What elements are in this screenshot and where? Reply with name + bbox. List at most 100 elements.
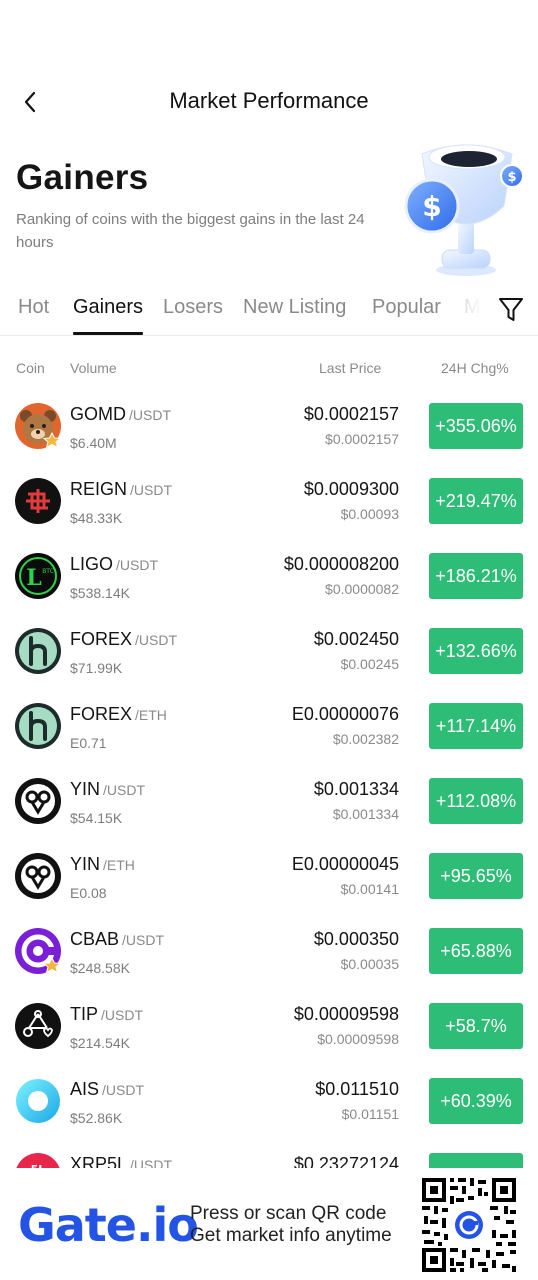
price-usd: $0.001334 [332,806,399,822]
table-row[interactable]: 5L XRP5L/USDT $0.23272124 [0,1138,538,1168]
tab-gainers[interactable]: Gainers [73,296,143,319]
svg-text:$: $ [422,190,441,223]
reign-icon [15,478,61,524]
price-usd: $0.00093 [340,506,399,522]
pair-name: REIGN/USDT [70,479,173,499]
trophy-cup-icon: $ $ [404,144,524,276]
pair-name: TIP/USDT [70,1004,144,1024]
change-badge: +65.88% [429,928,523,974]
pair-name: AIS/USDT [70,1079,145,1099]
forex-icon [15,703,61,749]
cbab-icon [15,928,61,974]
table-row[interactable]: FOREX/ETH E0.71 E0.00000076 $0.002382 +1… [0,688,538,763]
qr-code-icon[interactable] [420,1176,518,1274]
table-row[interactable]: YIN/ETH E0.08 E0.00000045 $0.00141 +95.6… [0,838,538,913]
price-usd: $0.00245 [340,656,399,672]
last-price: $0.0002157 [303,404,399,424]
column-headers: Coin Volume Last Price 24H Chg% [0,360,538,380]
change-badge: +186.21% [429,553,523,599]
change-badge: +219.47% [429,478,523,524]
forex-icon [15,628,61,674]
pair-name: CBAB/USDT [70,929,165,949]
last-price: $0.000008200 [283,554,399,574]
tab-hot[interactable]: Hot [18,296,49,319]
price-usd: $0.00035 [340,956,399,972]
hero-subtitle: Ranking of coins with the biggest gains … [16,211,365,251]
volume: $48.33K [70,510,123,526]
table-row[interactable]: REIGN/USDT $48.33K $0.0009300 $0.00093 +… [0,463,538,538]
change-badge [429,1153,523,1168]
column-24h-change[interactable]: 24H Chg% [441,360,509,376]
last-price: E0.00000045 [291,854,399,874]
tab-popular[interactable]: Popular [372,296,441,319]
change-badge: +58.7% [429,1003,523,1049]
change-badge: +132.66% [429,628,523,674]
pair-name: FOREX/USDT [70,629,178,649]
app-promo-footer: Gate.io Press or scan QR code Get market… [0,1168,538,1280]
table-row[interactable]: GOMD/USDT $6.40M $0.0002157 $0.0002157 +… [0,388,538,463]
filter-funnel-icon[interactable] [496,294,526,324]
volume: $52.86K [70,1110,123,1126]
table-row[interactable]: TIP/USDT $214.54K $0.00009598 $0.0000959… [0,988,538,1063]
last-price: $0.001334 [313,779,399,799]
table-row[interactable]: L BTC LIGO/USDT $538.14K $0.000008200 $0… [0,538,538,613]
table-row[interactable]: AIS/USDT $52.86K $0.011510 $0.01151 +60.… [0,1063,538,1138]
pair-name: FOREX/ETH [70,704,167,724]
hero-title: Gainers [16,158,149,197]
volume: $71.99K [70,660,123,676]
ais-ring-icon [16,1079,60,1123]
nav-header: Market Performance [0,80,538,124]
volume: $248.58K [70,960,130,976]
table-row[interactable]: YIN/USDT $54.15K $0.001334 $0.001334 +11… [0,763,538,838]
price-usd: $0.0002157 [325,431,399,447]
tip-icon [15,1003,61,1049]
table-row[interactable]: CBAB/USDT $248.58K $0.000350 $0.00035 +6… [0,913,538,988]
ligo-icon: L BTC [15,553,61,599]
gomd-bear-icon [15,403,61,449]
pair-name: GOMD/USDT [70,404,171,424]
yin-icon [15,853,61,899]
pair-name: LIGO/USDT [70,554,159,574]
change-badge: +112.08% [429,778,523,824]
price-usd: $0.01151 [341,1106,399,1122]
svg-text:$: $ [507,170,516,185]
svg-text:L: L [26,565,41,591]
last-price: $0.000350 [313,929,399,949]
table-row[interactable]: FOREX/USDT $71.99K $0.002450 $0.00245 +1… [0,613,538,688]
column-last-price[interactable]: Last Price [319,360,381,376]
page-title: Market Performance [169,88,369,113]
yin-icon [15,778,61,824]
hero-section: Gainers Ranking of coins with the bigges… [0,130,538,280]
price-usd: $0.002382 [332,731,399,747]
volume: $6.40M [70,435,117,451]
promo-line-1: Press or scan QR code [190,1203,387,1224]
pair-name: XRP5L/USDT [70,1154,173,1168]
volume: $214.54K [70,1035,130,1051]
tab-new-listing[interactable]: New Listing [243,296,346,319]
active-tab-indicator [73,332,143,335]
column-volume[interactable]: Volume [70,360,117,376]
promo-line-2: Get market info anytime [190,1225,392,1246]
change-badge: +60.39% [429,1078,523,1124]
last-price: $0.002450 [313,629,399,649]
change-badge: +95.65% [429,853,523,899]
last-price: $0.00009598 [293,1004,399,1024]
price-usd: $0.0000082 [325,581,399,597]
tab-losers[interactable]: Losers [163,296,223,319]
last-price: $0.23272124 [293,1154,399,1168]
svg-text:BTC: BTC [42,568,54,575]
volume: E0.71 [70,735,107,751]
price-usd: $0.00141 [340,881,399,897]
pair-name: YIN/USDT [70,779,146,799]
category-tabs: Hot Gainers Losers New Listing Popular M [0,288,538,336]
change-badge: +355.06% [429,403,523,449]
gainers-list: GOMD/USDT $6.40M $0.0002157 $0.0002157 +… [0,388,538,1168]
volume: E0.08 [70,885,107,901]
pair-name: YIN/ETH [70,854,135,874]
gate-io-logo: Gate.io [18,1198,199,1252]
change-badge: +117.14% [429,703,523,749]
xrp5l-icon: 5L [16,1153,60,1168]
tab-fade [452,288,488,334]
column-coin[interactable]: Coin [16,360,45,376]
volume: $538.14K [70,585,130,601]
